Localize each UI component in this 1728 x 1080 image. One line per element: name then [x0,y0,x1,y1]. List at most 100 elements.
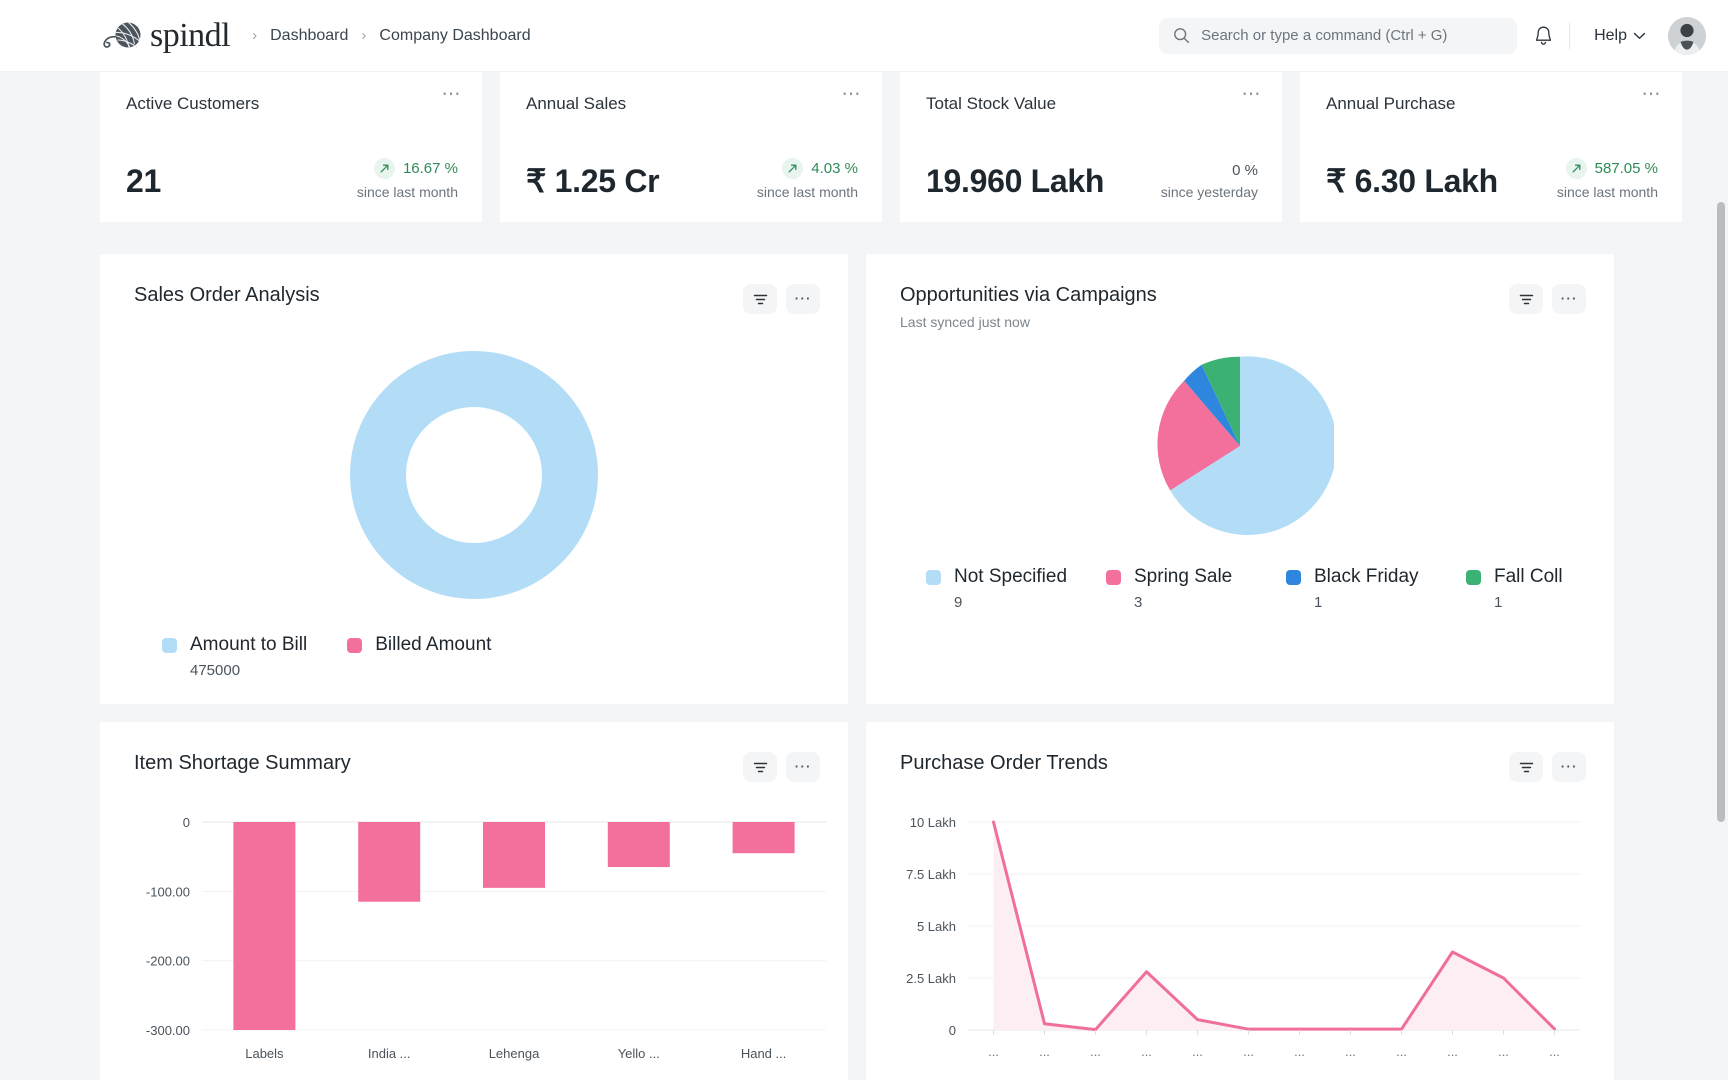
kpi-title: Annual Purchase [1326,94,1456,113]
avatar[interactable] [1668,16,1706,55]
kpi-delta-percent: 587.05 % [1594,160,1658,177]
trend-up-icon [1565,158,1587,179]
card-subtitle: Last synced just now [900,314,1030,330]
card-actions: ⋯ [1509,284,1586,314]
kpi-delta-period: since last month [356,184,458,200]
donut-slice-amount-to-bill[interactable] [350,351,598,599]
card-header: Sales Order Analysis ⋯ [100,254,848,314]
kpi-menu-button[interactable]: ⋯ [442,85,463,104]
card-opportunities-via-campaigns: Opportunities via Campaigns Last synced … [866,254,1614,704]
x-axis-tick-label: ... [1192,1044,1203,1059]
bar[interactable] [732,822,795,854]
kpi-title: Active Customers [126,94,260,113]
bar-chart-svg: 0 -100.00 -200.00 -300.00 Labels India ... Leh… [146,815,826,1061]
search-input[interactable]: Search or type a command (Ctrl + G) [1159,17,1518,54]
dashboard-page: spindl › Dashboard › Company Dashboard S… [0,0,1728,1080]
kpi-delta: 587.05 % since last month [1557,158,1658,200]
dashboard-content: Active Customers ⋯ 21 16.67 % since last… [0,72,1728,1080]
legend-label: Not Specified [954,566,1068,587]
card-menu-button[interactable]: ⋯ [1552,284,1586,314]
card-menu-button[interactable]: ⋯ [786,284,820,314]
bar[interactable] [607,822,670,868]
legend-value: 475000 [190,662,241,679]
x-axis-tick-label: India ... [368,1046,411,1061]
notifications-button[interactable] [1517,25,1569,47]
legend-item-not-specified[interactable]: Not Specified 9 [926,566,1106,611]
filter-button[interactable] [1509,752,1543,782]
legend-item-black-friday[interactable]: Black Friday 1 [1286,566,1466,611]
y-axis-tick-label: 7.5 Lakh [906,867,956,882]
legend-swatch [347,637,363,653]
ellipsis-icon: ⋯ [1559,289,1579,308]
y-axis-tick-label: 5 Lakh [917,919,956,934]
filter-button[interactable] [1509,284,1543,314]
x-axis-tick-label: ... [1498,1044,1509,1059]
legend-item-spring-sale[interactable]: Spring Sale 3 [1106,566,1286,611]
card-item-shortage-summary: Item Shortage Summary ⋯ 0 -100.00 -200.0… [100,722,848,1080]
x-axis-tick-label: ... [1447,1044,1458,1059]
y-axis-tick-label: 10 Lakh [910,815,956,830]
breadcrumb-dashboard[interactable]: Dashboard [270,27,348,45]
kpi-menu-button[interactable]: ⋯ [1242,85,1263,104]
filter-button[interactable] [743,752,777,782]
kpi-title: Total Stock Value [926,94,1057,113]
legend-item-billed-amount[interactable]: Billed Amount [347,634,491,679]
kpi-card-annual-sales[interactable]: Annual Sales ⋯ ₹ 1.25 Cr 4.03 % since la… [500,72,882,222]
y-axis-tick-label: 0 [949,1023,956,1038]
y-axis-tick-label: 0 [183,815,190,830]
kpi-card-total-stock-value[interactable]: Total Stock Value ⋯ 19.960 Lakh 0 % sinc… [900,72,1282,222]
y-axis-tick-label: 2.5 Lakh [906,971,956,986]
breadcrumb-company-dashboard[interactable]: Company Dashboard [379,27,530,45]
x-axis-tick-label: Labels [245,1046,284,1061]
kpi-card-annual-purchase[interactable]: Annual Purchase ⋯ ₹ 6.30 Lakh 587.05 % s… [1300,72,1682,222]
card-header: Opportunities via Campaigns Last synced … [866,254,1614,330]
legend-swatch [1106,569,1121,585]
kpi-delta-period: since last month [1556,184,1658,200]
filter-button[interactable] [743,284,777,314]
bar-chart: 0 -100.00 -200.00 -300.00 Labels India ... Leh… [100,782,848,1080]
filter-icon [1519,762,1533,772]
legend-swatch [1286,569,1301,585]
kpi-title: Annual Sales [526,94,627,113]
x-axis-tick-label: ... [1294,1044,1305,1059]
legend-item-amount-to-bill[interactable]: Amount to Bill 475000 [162,634,307,679]
x-axis-tick-label: ... [1549,1044,1560,1059]
page-scrollbar[interactable] [1714,72,1728,1080]
card-menu-button[interactable]: ⋯ [1552,752,1586,782]
kpi-row: Active Customers ⋯ 21 16.67 % since last… [0,72,1714,222]
user-avatar-image [1668,16,1706,55]
chevron-down-icon [1633,32,1646,39]
navbar-divider [1569,22,1571,49]
brand-logo[interactable]: spindl [98,18,231,53]
kpi-delta-percent: 16.67 % [402,160,458,177]
kpi-delta-percent: 0 % [1232,162,1258,179]
kpi-value: ₹ 6.30 Lakh [1326,163,1498,199]
line-chart: 10 Lakh 7.5 Lakh 5 Lakh 2.5 Lakh 0..........… [866,782,1614,1080]
card-header: Purchase Order Trends ⋯ [866,722,1614,782]
scrollbar-thumb[interactable] [1717,202,1725,822]
kpi-delta-period: since last month [756,184,858,200]
legend-item-fall-collection[interactable]: Fall Coll 1 [1466,566,1614,611]
breadcrumb-separator-2: › [361,27,367,44]
kpi-body: 21 16.67 % since last month [126,158,458,200]
bar[interactable] [358,822,421,902]
legend-label: Fall Coll [1494,566,1563,587]
x-axis-tick-label: ... [1039,1044,1050,1059]
y-axis-tick-label: -200.00 [146,954,190,969]
card-sales-order-analysis: Sales Order Analysis ⋯ Amount to Bill 47… [100,254,848,704]
help-menu[interactable]: Help [1576,27,1662,45]
legend-value: 1 [1314,594,1323,611]
ellipsis-icon: ⋯ [1559,757,1579,776]
filter-icon [753,294,767,304]
breadcrumb: › Dashboard › Company Dashboard [252,27,530,45]
bar[interactable] [483,822,545,888]
filter-icon [753,762,767,772]
bar[interactable] [233,822,296,1030]
kpi-menu-button[interactable]: ⋯ [1642,85,1663,104]
kpi-card-active-customers[interactable]: Active Customers ⋯ 21 16.67 % since last… [100,72,482,222]
kpi-menu-button[interactable]: ⋯ [842,85,863,104]
card-menu-button[interactable]: ⋯ [786,752,820,782]
line-chart-svg: 10 Lakh 7.5 Lakh 5 Lakh 2.5 Lakh 0..........… [906,815,1580,1059]
legend-swatch [162,637,177,653]
breadcrumb-separator-1: › [252,27,258,44]
